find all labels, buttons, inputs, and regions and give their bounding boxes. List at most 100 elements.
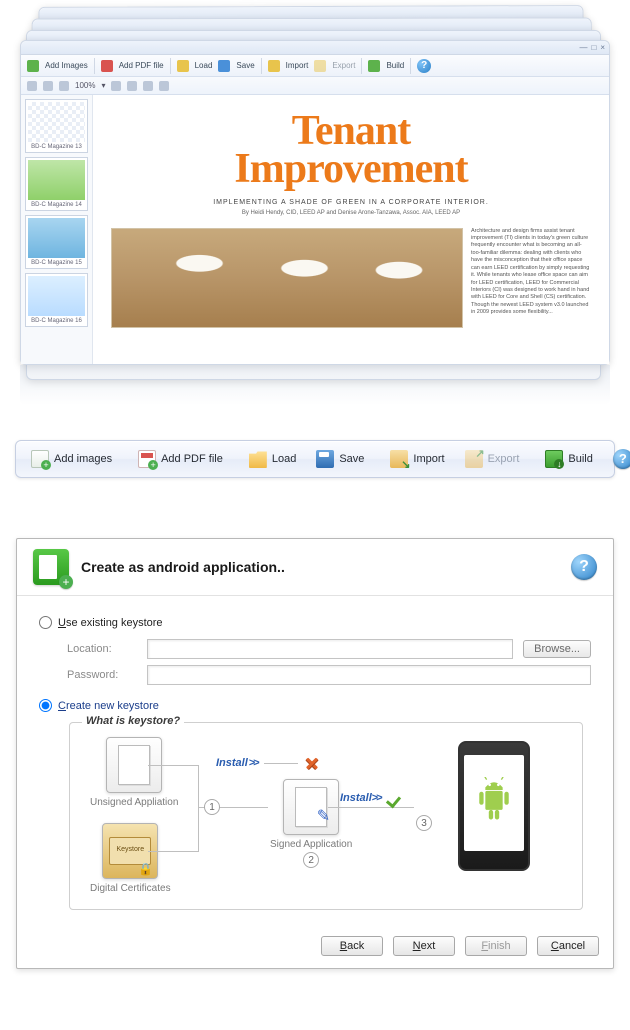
success-check-icon xyxy=(387,791,405,805)
build-icon[interactable] xyxy=(368,60,380,72)
radio-use-existing-input[interactable] xyxy=(39,616,52,629)
finish-button: Finish xyxy=(465,936,527,956)
export-button: Export xyxy=(456,445,529,473)
help-button[interactable]: ? xyxy=(610,446,630,472)
dialog-title: Create as android application.. xyxy=(81,559,559,575)
build-label: Build xyxy=(568,453,592,465)
document-subtitle: IMPLEMENTING A SHADE OF GREEN IN A CORPO… xyxy=(213,199,489,206)
editor-toolbar-primary: Add Images Add PDF file Load Save Import… xyxy=(21,55,609,77)
add-images-icon xyxy=(31,450,49,468)
folder-open-icon xyxy=(249,450,267,468)
export-icon[interactable] xyxy=(314,60,326,72)
export-icon xyxy=(465,450,483,468)
install-fail-label: Install >> xyxy=(216,757,258,769)
maximize-icon[interactable]: □ xyxy=(591,43,596,52)
radio-create-new-input[interactable] xyxy=(39,699,52,712)
save-label: Save xyxy=(339,453,364,465)
thumbnail-label: BD-C Magazine 14 xyxy=(28,202,85,208)
step-2-badge: 2 xyxy=(303,852,319,868)
browse-button[interactable]: Browse... xyxy=(523,640,591,658)
close-icon[interactable]: × xyxy=(600,43,605,52)
add-pdf-label: Add PDF file xyxy=(161,453,223,465)
dialog-footer: Back Next Finish Cancel xyxy=(17,928,613,968)
minimize-icon[interactable]: — xyxy=(579,43,587,52)
page-thumbnails[interactable]: BD-C Magazine 13 BD-C Magazine 14 BD-C M… xyxy=(21,95,93,364)
thumbnail-label: BD-C Magazine 16 xyxy=(28,318,85,324)
editor-window-stack: — □ × Add Images Add PDF file Load Save … xyxy=(0,0,630,410)
window-reflection xyxy=(20,365,610,405)
add-pdf-button[interactable]: Add PDF file xyxy=(129,445,232,473)
location-label: Location: xyxy=(67,643,137,655)
radio-use-existing[interactable]: Use existing keystore xyxy=(39,616,591,629)
keystore-legend: What is keystore? xyxy=(82,715,184,727)
import-icon[interactable] xyxy=(268,60,280,72)
fail-x-icon xyxy=(304,755,320,771)
back-button[interactable]: Back xyxy=(321,936,383,956)
android-phone-node xyxy=(458,741,530,871)
import-icon xyxy=(390,450,408,468)
signed-app-caption: Signed Application xyxy=(270,839,352,850)
add-images-label: Add Images xyxy=(45,61,88,70)
save-button[interactable]: Save xyxy=(307,445,373,473)
zoom-level[interactable]: 100% xyxy=(75,81,95,90)
android-robot-icon xyxy=(472,777,516,829)
document-byline: By Heidi Hendy, CID, LEED AP and Denise … xyxy=(242,210,460,216)
thumbnail[interactable]: BD-C Magazine 14 xyxy=(25,157,88,211)
help-icon: ? xyxy=(613,449,630,469)
load-label: Load xyxy=(272,453,296,465)
import-button[interactable]: Import xyxy=(381,445,453,473)
help-icon[interactable]: ? xyxy=(417,59,431,73)
load-icon[interactable] xyxy=(177,60,189,72)
create-android-dialog: Create as android application.. ? Use ex… xyxy=(16,538,614,969)
add-images-icon[interactable] xyxy=(27,60,39,72)
export-label: Export xyxy=(488,453,520,465)
tool-icon[interactable] xyxy=(127,81,137,91)
step-3-badge: 3 xyxy=(416,815,432,831)
load-button[interactable]: Load xyxy=(240,445,305,473)
tool-icon[interactable] xyxy=(27,81,37,91)
editor-toolbar-secondary: 100% ▾ xyxy=(21,77,609,95)
tool-icon[interactable] xyxy=(143,81,153,91)
thumbnail[interactable]: BD-C Magazine 13 xyxy=(25,99,88,153)
keystore-diagram: Unsigned Appliation Keystore Digital Cer… xyxy=(86,737,566,897)
build-button[interactable]: Build xyxy=(536,445,601,473)
build-icon xyxy=(545,450,563,468)
save-icon xyxy=(316,450,334,468)
import-label: Import xyxy=(413,453,444,465)
dialog-help-icon[interactable]: ? xyxy=(571,554,597,580)
add-images-button[interactable]: Add images xyxy=(22,445,121,473)
add-images-label: Add images xyxy=(54,453,112,465)
tool-icon[interactable] xyxy=(59,81,69,91)
editor-window: — □ × Add Images Add PDF file Load Save … xyxy=(20,40,610,365)
document-hero-image xyxy=(111,228,463,328)
document-body-text: Architecture and design firms assist ten… xyxy=(471,228,591,328)
password-input[interactable] xyxy=(147,665,591,685)
cancel-button[interactable]: Cancel xyxy=(537,936,599,956)
thumbnail[interactable]: BD-C Magazine 16 xyxy=(25,273,88,327)
next-button[interactable]: Next xyxy=(393,936,455,956)
android-app-icon xyxy=(33,549,69,585)
add-pdf-icon[interactable] xyxy=(101,60,113,72)
tool-icon[interactable] xyxy=(111,81,121,91)
save-icon[interactable] xyxy=(218,60,230,72)
password-label: Password: xyxy=(67,669,137,681)
thumbnail-label: BD-C Magazine 15 xyxy=(28,260,85,266)
document-title: Tenant Improvement xyxy=(234,113,467,189)
thumbnail-label: BD-C Magazine 13 xyxy=(28,144,85,150)
tool-icon[interactable] xyxy=(159,81,169,91)
radio-use-existing-label: Use existing keystore xyxy=(58,617,163,629)
tool-icon[interactable] xyxy=(43,81,53,91)
main-toolbar: Add images Add PDF file Load Save Import… xyxy=(15,440,615,478)
radio-create-new-label: Create new keystore xyxy=(58,700,159,712)
add-pdf-icon xyxy=(138,450,156,468)
install-ok-label: Install>> xyxy=(340,792,381,804)
editor-titlebar: — □ × xyxy=(21,41,609,55)
location-input[interactable] xyxy=(147,639,513,659)
document-preview[interactable]: Tenant Improvement IMPLEMENTING A SHADE … xyxy=(93,95,609,364)
radio-create-new[interactable]: Create new keystore xyxy=(39,699,591,712)
step-1-badge: 1 xyxy=(204,799,220,815)
digital-cert-caption: Digital Certificates xyxy=(90,883,171,894)
thumbnail[interactable]: BD-C Magazine 15 xyxy=(25,215,88,269)
keystore-info-group: What is keystore? Unsigned Appliation Ke… xyxy=(69,722,583,910)
add-pdf-label: Add PDF file xyxy=(119,61,164,70)
